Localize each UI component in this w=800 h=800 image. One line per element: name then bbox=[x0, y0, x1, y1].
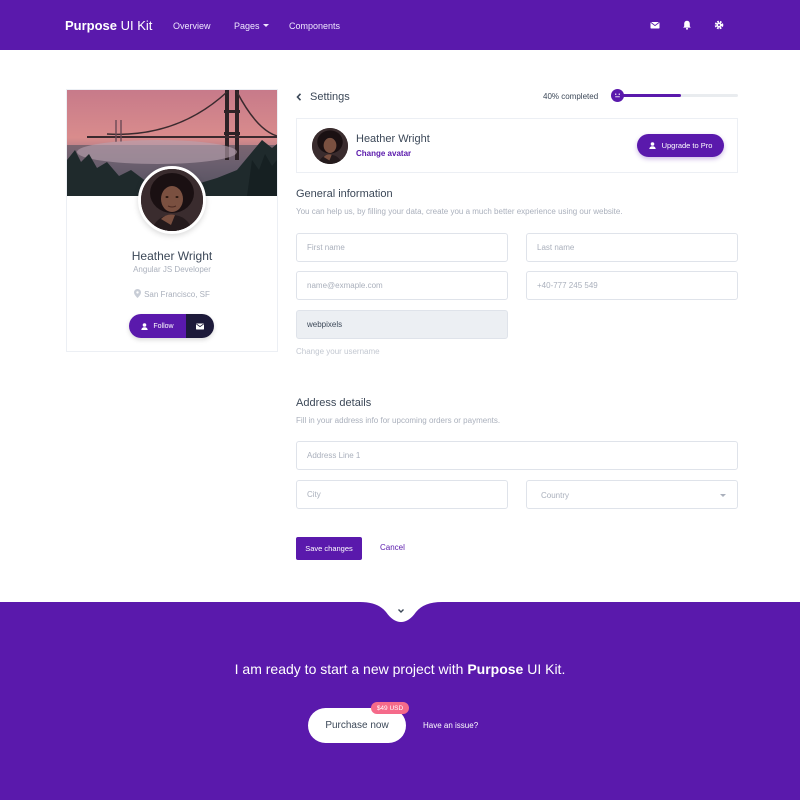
general-info-title: General information bbox=[296, 188, 393, 200]
last-name-input[interactable] bbox=[526, 233, 738, 262]
general-info-subtitle: You can help us, by filling your data, c… bbox=[296, 207, 623, 216]
city-input[interactable] bbox=[296, 480, 508, 509]
address-line1-input[interactable] bbox=[296, 441, 738, 470]
user-name: Heather Wright bbox=[356, 133, 430, 145]
caret-down-icon bbox=[262, 24, 269, 27]
follow-button-group: Follow bbox=[129, 314, 214, 338]
caret-down-icon bbox=[720, 494, 726, 497]
email-input[interactable] bbox=[296, 271, 508, 300]
chevron-left-icon bbox=[296, 93, 302, 101]
phone-input[interactable] bbox=[526, 271, 738, 300]
user-avatar[interactable] bbox=[312, 128, 348, 164]
smiley-icon bbox=[615, 93, 620, 98]
have-an-issue-link[interactable]: Have an issue? bbox=[423, 721, 478, 730]
address-details-title: Address details bbox=[296, 397, 372, 409]
progress-track bbox=[614, 94, 738, 97]
footer-cta-text: I am ready to start a new project with P… bbox=[234, 661, 566, 677]
profile-avatar bbox=[138, 166, 206, 234]
chevron-down-icon[interactable] bbox=[396, 606, 406, 616]
footer-cta bbox=[0, 602, 800, 800]
follow-button[interactable]: Follow bbox=[129, 314, 186, 338]
first-name-input[interactable] bbox=[296, 233, 508, 262]
username-input[interactable] bbox=[296, 310, 508, 339]
gear-icon[interactable] bbox=[714, 20, 724, 30]
profile-location-text: San Francisco, SF bbox=[144, 290, 210, 299]
nav-link-pages[interactable]: Pages bbox=[234, 21, 269, 31]
nav-link-components[interactable]: Components bbox=[289, 21, 340, 31]
username-helper: Change your username bbox=[296, 347, 380, 356]
upgrade-to-pro-button[interactable]: Upgrade to Pro bbox=[637, 134, 724, 157]
top-navbar: Purpose UI Kit Overview Pages Components bbox=[0, 0, 800, 50]
progress-fill bbox=[614, 94, 681, 97]
profile-card: Heather Wright Angular JS Developer San … bbox=[66, 89, 278, 352]
profile-name: Heather Wright bbox=[131, 249, 213, 263]
progress-handle[interactable] bbox=[611, 89, 624, 102]
profile-location: San Francisco, SF bbox=[67, 289, 277, 299]
user-card: Heather Wright Change avatar Upgrade to … bbox=[296, 118, 738, 173]
change-avatar-link[interactable]: Change avatar bbox=[356, 149, 411, 158]
address-details-subtitle: Fill in your address info for upcoming o… bbox=[296, 416, 501, 425]
user-icon bbox=[141, 322, 149, 330]
bell-icon[interactable] bbox=[682, 20, 692, 30]
save-changes-button[interactable]: Save changes bbox=[296, 537, 362, 560]
progress-label: 40% completed bbox=[543, 92, 599, 101]
envelope-icon bbox=[196, 323, 204, 329]
cancel-button[interactable]: Cancel bbox=[380, 543, 405, 552]
settings-title: Settings bbox=[310, 91, 350, 103]
country-select-value: Country bbox=[541, 491, 570, 500]
back-to-settings[interactable]: Settings bbox=[296, 91, 350, 103]
upgrade-label: Upgrade to Pro bbox=[661, 141, 713, 150]
map-pin-icon bbox=[134, 289, 142, 298]
brand-logo[interactable]: Purpose UI Kit bbox=[65, 18, 152, 33]
user-icon bbox=[648, 142, 656, 149]
follow-label: Follow bbox=[153, 322, 174, 330]
profile-role: Angular JS Developer bbox=[133, 265, 211, 274]
country-select[interactable]: Country bbox=[526, 480, 738, 509]
price-badge: $49 USD bbox=[371, 702, 409, 714]
nav-link-overview[interactable]: Overview bbox=[173, 21, 211, 31]
mail-icon[interactable] bbox=[650, 20, 660, 30]
message-button[interactable] bbox=[186, 314, 214, 338]
